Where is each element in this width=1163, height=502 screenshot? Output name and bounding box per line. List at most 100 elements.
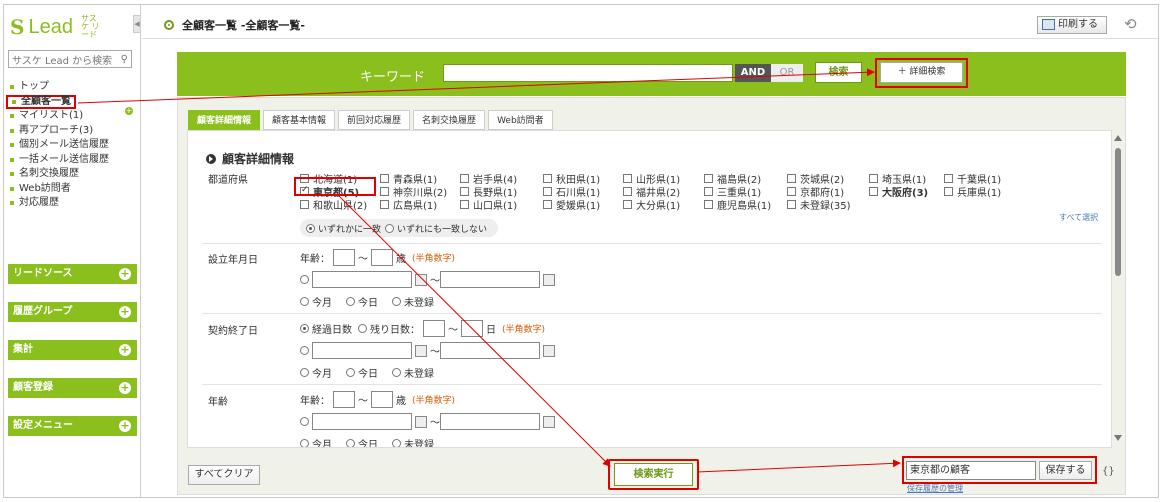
checkbox-icon[interactable] bbox=[623, 200, 632, 209]
group-history[interactable]: 履歴グループ + bbox=[8, 302, 137, 322]
checkbox-icon[interactable] bbox=[787, 187, 796, 196]
prefecture-checkbox[interactable]: 兵庫県(1) bbox=[944, 184, 1001, 199]
tab[interactable]: 名刺交換履歴 bbox=[413, 110, 486, 130]
print-button[interactable]: 印刷する bbox=[1037, 16, 1107, 34]
checkbox-icon[interactable] bbox=[944, 187, 953, 196]
tab[interactable]: 顧客基本情報 bbox=[263, 110, 336, 130]
calendar-icon[interactable] bbox=[415, 273, 427, 286]
keyword-input[interactable] bbox=[443, 64, 733, 82]
select-all-link[interactable]: すべて選択 bbox=[1059, 212, 1098, 223]
date-to-input[interactable] bbox=[440, 413, 540, 430]
checkbox-icon[interactable] bbox=[787, 200, 796, 209]
this-month-radio[interactable] bbox=[300, 368, 309, 377]
manage-saved-link[interactable]: 保存履歴の管理 bbox=[907, 483, 963, 494]
checkbox-icon[interactable] bbox=[869, 187, 878, 196]
group-settings[interactable]: 設定メニュー + bbox=[8, 416, 137, 436]
calendar-icon[interactable] bbox=[543, 415, 555, 428]
date-range-radio[interactable] bbox=[300, 346, 309, 355]
checkbox-icon[interactable] bbox=[623, 174, 632, 183]
prefecture-checkbox[interactable]: 広島県(1) bbox=[380, 197, 437, 212]
days-from-input[interactable] bbox=[423, 320, 445, 337]
checkbox-icon[interactable] bbox=[944, 174, 953, 183]
search-icon[interactable]: ⚲ bbox=[121, 54, 128, 65]
checkbox-icon[interactable] bbox=[704, 187, 713, 196]
clear-all-button[interactable]: すべてクリア bbox=[188, 465, 260, 485]
match-none-radio[interactable] bbox=[385, 223, 395, 233]
group-aggregate[interactable]: 集計 + bbox=[8, 340, 137, 360]
collapse-sidebar-button[interactable]: ◀ bbox=[133, 15, 141, 33]
checkbox-icon[interactable] bbox=[869, 174, 878, 183]
sidebar-item[interactable]: 対応履歴 bbox=[8, 196, 138, 211]
sidebar-item[interactable]: 個別メール送信履歴 bbox=[8, 138, 138, 153]
prefecture-checkbox[interactable]: 山口県(1) bbox=[460, 197, 517, 212]
tab[interactable]: 前回対応履歴 bbox=[338, 110, 411, 130]
checkbox-icon[interactable] bbox=[380, 187, 389, 196]
add-mylist-icon[interactable]: + bbox=[125, 107, 133, 115]
today-radio[interactable] bbox=[346, 439, 355, 447]
refresh-icon[interactable]: ⟲ bbox=[1124, 15, 1137, 33]
prefecture-checkbox[interactable]: 未登録(35) bbox=[787, 197, 851, 212]
unregistered-radio[interactable] bbox=[392, 439, 401, 447]
this-month-radio[interactable] bbox=[300, 439, 309, 447]
date-range-radio[interactable] bbox=[300, 417, 309, 426]
checkbox-icon[interactable] bbox=[704, 174, 713, 183]
scroll-thumb[interactable] bbox=[1115, 148, 1121, 276]
checkbox-icon[interactable] bbox=[380, 174, 389, 183]
sidebar-item[interactable]: 一括メール送信履歴 bbox=[8, 153, 138, 168]
sidebar-search-input[interactable]: サスケ Lead から検索 ⚲ bbox=[8, 50, 132, 68]
elapsed-radio[interactable] bbox=[300, 324, 309, 333]
checkbox-icon[interactable] bbox=[460, 187, 469, 196]
tab[interactable]: Web訪問者 bbox=[488, 110, 553, 130]
group-lead-source[interactable]: リードソース + bbox=[8, 264, 137, 284]
calendar-icon[interactable] bbox=[415, 344, 427, 357]
today-radio[interactable] bbox=[346, 297, 355, 306]
scroll-down-icon[interactable] bbox=[1114, 435, 1122, 441]
prefecture-checkbox[interactable]: 鹿児島県(1) bbox=[704, 197, 771, 212]
checkbox-icon[interactable] bbox=[460, 174, 469, 183]
date-to-input[interactable] bbox=[440, 342, 540, 359]
tab[interactable]: 顧客詳細情報 bbox=[188, 110, 261, 130]
date-from-input[interactable] bbox=[312, 342, 412, 359]
date-range-radio[interactable] bbox=[300, 275, 309, 284]
checkbox-icon[interactable] bbox=[300, 200, 309, 209]
date-to-input[interactable] bbox=[440, 271, 540, 288]
sidebar-item[interactable]: 全顧客一覧 bbox=[6, 94, 76, 109]
sidebar-item[interactable]: Web訪問者 bbox=[8, 182, 138, 197]
sidebar-item[interactable]: トップ bbox=[8, 80, 138, 95]
scrollbar[interactable] bbox=[1112, 130, 1124, 448]
age-to-input[interactable] bbox=[371, 249, 393, 266]
prefecture-checkbox[interactable]: 大阪府(3) bbox=[869, 184, 928, 199]
unregistered-radio[interactable] bbox=[392, 368, 401, 377]
brace-icon[interactable]: {} bbox=[1102, 466, 1115, 477]
or-toggle[interactable]: OR bbox=[771, 64, 803, 82]
save-name-input[interactable]: 東京都の顧客 bbox=[906, 461, 1036, 480]
date-from-input[interactable] bbox=[312, 271, 412, 288]
scroll-up-icon[interactable] bbox=[1114, 135, 1122, 141]
prefecture-checkbox[interactable]: 大分県(1) bbox=[623, 197, 680, 212]
prefecture-checkbox[interactable]: 愛媛県(1) bbox=[543, 197, 600, 212]
age-from-input[interactable] bbox=[333, 249, 355, 266]
age-to-input[interactable] bbox=[371, 391, 393, 408]
checkbox-icon[interactable] bbox=[543, 200, 552, 209]
checkbox-icon[interactable] bbox=[543, 187, 552, 196]
checkbox-icon[interactable] bbox=[623, 187, 632, 196]
calendar-icon[interactable] bbox=[415, 415, 427, 428]
execute-search-button[interactable]: 検索実行 bbox=[614, 463, 693, 486]
group-register[interactable]: 顧客登録 + bbox=[8, 378, 137, 398]
checkbox-icon[interactable] bbox=[704, 200, 713, 209]
this-month-radio[interactable] bbox=[300, 297, 309, 306]
days-to-input[interactable] bbox=[461, 320, 483, 337]
checkbox-icon[interactable] bbox=[543, 174, 552, 183]
unregistered-radio[interactable] bbox=[392, 297, 401, 306]
and-toggle[interactable]: AND bbox=[735, 64, 771, 82]
checkbox-icon[interactable] bbox=[460, 200, 469, 209]
today-radio[interactable] bbox=[346, 368, 355, 377]
save-button[interactable]: 保存する bbox=[1039, 461, 1092, 480]
match-any-radio[interactable] bbox=[306, 223, 315, 233]
checkbox-icon[interactable] bbox=[380, 200, 389, 209]
date-from-input[interactable] bbox=[312, 413, 412, 430]
search-button[interactable]: 検索 bbox=[815, 62, 862, 83]
calendar-icon[interactable] bbox=[543, 344, 555, 357]
sidebar-item[interactable]: 再アプローチ(3) bbox=[8, 124, 138, 139]
age-from-input[interactable] bbox=[333, 391, 355, 408]
